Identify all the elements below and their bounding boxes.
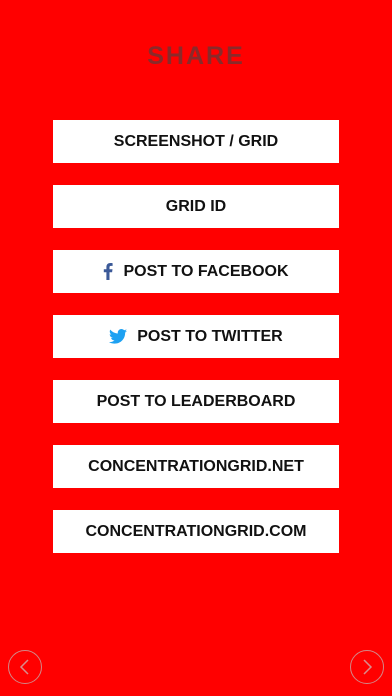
concentrationgrid-net-label: CONCENTRATIONGRID.NET xyxy=(88,457,304,475)
next-button[interactable] xyxy=(350,650,384,684)
facebook-icon xyxy=(103,263,114,280)
twitter-icon xyxy=(109,329,128,344)
post-to-leaderboard-button[interactable]: POST TO LEADERBOARD xyxy=(53,380,339,423)
chevron-right-icon xyxy=(363,659,373,675)
share-menu: SCREENSHOT / GRID GRID ID POST TO FACEBO… xyxy=(53,120,339,575)
page-title: SHARE xyxy=(147,42,245,70)
screenshot-grid-label: SCREENSHOT / GRID xyxy=(113,132,279,150)
grid-id-label: GRID ID xyxy=(165,197,227,215)
post-to-twitter-label: POST TO TWITTER xyxy=(137,327,283,345)
post-to-leaderboard-label: POST TO LEADERBOARD xyxy=(96,392,296,410)
chevron-left-icon xyxy=(19,659,29,675)
concentrationgrid-com-label: CONCENTRATIONGRID.COM xyxy=(85,522,307,540)
grid-id-button[interactable]: GRID ID xyxy=(53,185,339,228)
previous-button[interactable] xyxy=(8,650,42,684)
concentrationgrid-com-link[interactable]: CONCENTRATIONGRID.COM xyxy=(53,510,339,553)
post-to-facebook-label: POST TO FACEBOOK xyxy=(123,262,289,280)
post-to-twitter-button[interactable]: POST TO TWITTER xyxy=(53,315,339,358)
screenshot-grid-button[interactable]: SCREENSHOT / GRID xyxy=(53,120,339,163)
concentrationgrid-net-link[interactable]: CONCENTRATIONGRID.NET xyxy=(53,445,339,488)
post-to-facebook-button[interactable]: POST TO FACEBOOK xyxy=(53,250,339,293)
